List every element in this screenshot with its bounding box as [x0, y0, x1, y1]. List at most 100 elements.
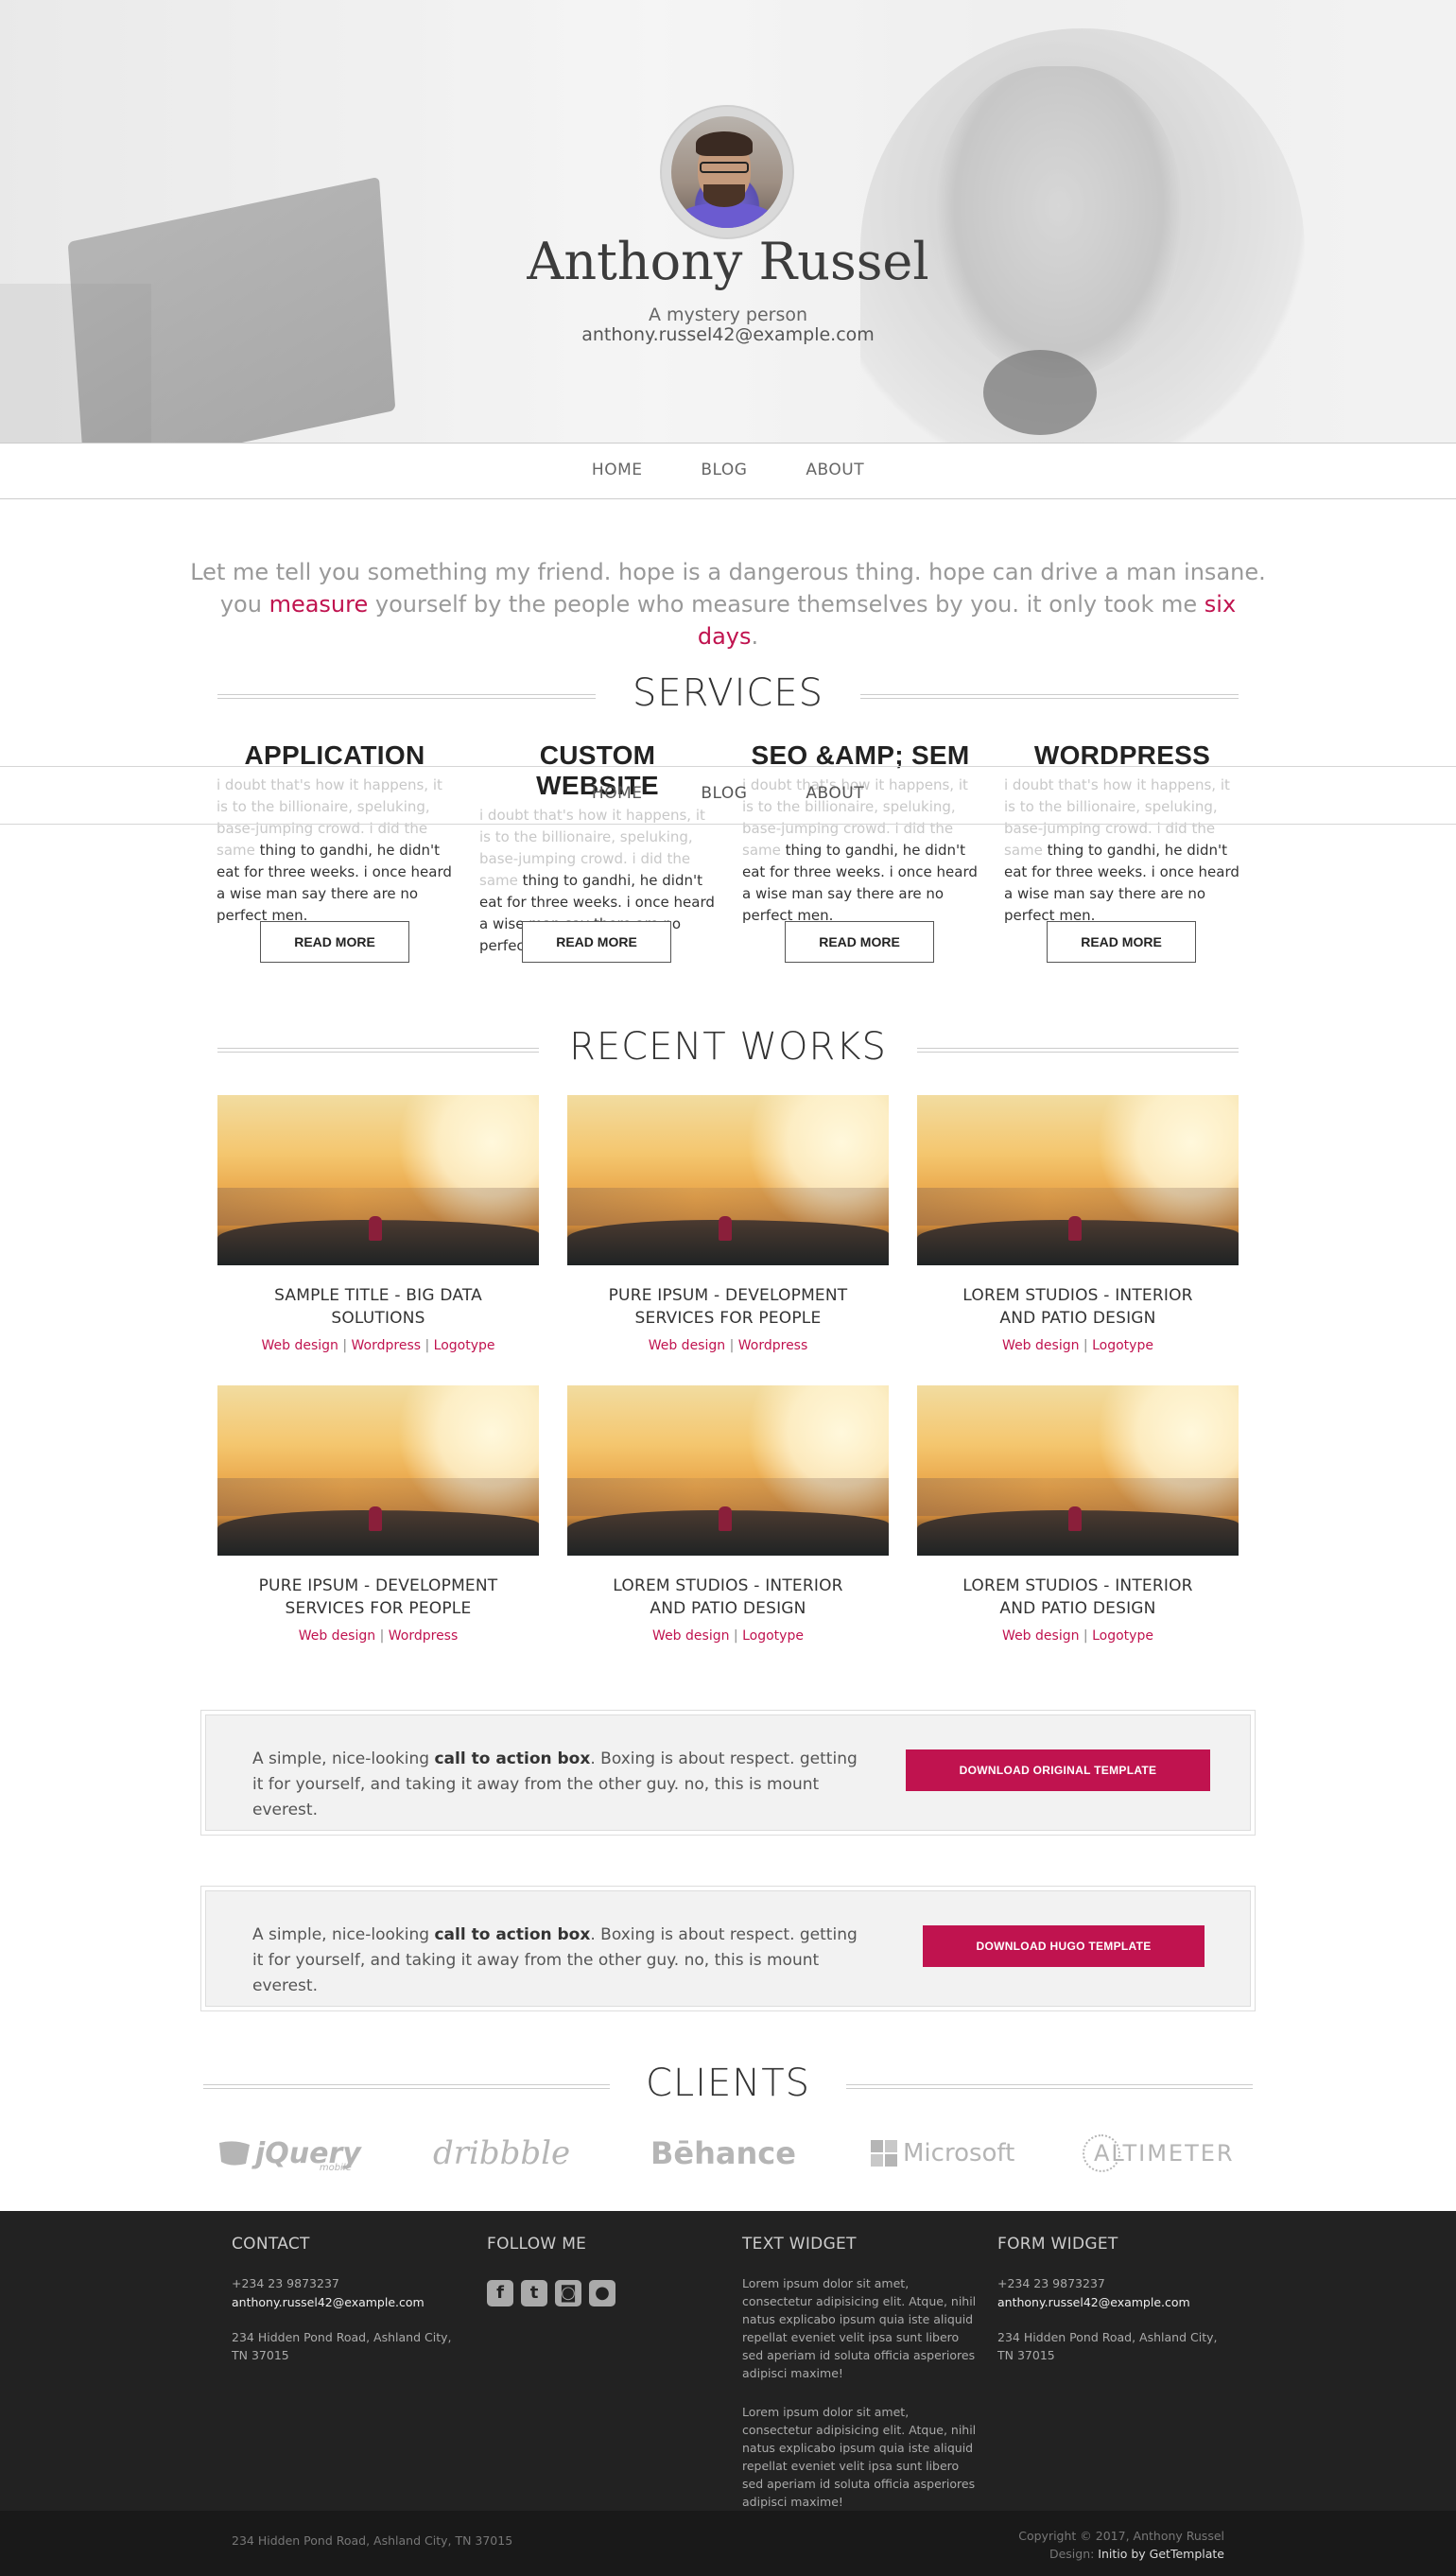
- cta-text-bold: call to action box: [434, 1749, 591, 1768]
- nav-list: HOME BLOG ABOUT: [0, 461, 1456, 479]
- work-title[interactable]: LOREM STUDIOS - INTERIOR AND PATIO DESIG…: [567, 1575, 889, 1620]
- microsoft-wordmark: Microsoft: [903, 2139, 1015, 2167]
- footer-text-widget-p1: Lorem ipsum dolor sit amet, consectetur …: [742, 2276, 977, 2380]
- footer-bottom: 234 Hidden Pond Road, Ashland City, TN 3…: [0, 2511, 1456, 2576]
- work-tag-link[interactable]: Web design: [261, 1338, 338, 1353]
- avatar-glasses: [700, 162, 749, 173]
- client-logo-altimeter: ALTIMETER: [1083, 2130, 1235, 2177]
- work-title[interactable]: LOREM STUDIOS - INTERIOR AND PATIO DESIG…: [917, 1284, 1239, 1330]
- footer-form-widget: FORM WIDGET +234 23 9873237 anthony.russ…: [997, 2235, 1234, 2364]
- main-nav: HOME BLOG ABOUT: [0, 443, 1456, 499]
- footer-form-email-link[interactable]: anthony.russel42@example.com: [997, 2295, 1190, 2309]
- footer-design-label: Design:: [1049, 2547, 1099, 2561]
- avatar-hair: [696, 131, 753, 156]
- works-heading: RECENT WORKS: [217, 1025, 1239, 1069]
- altimeter-wordmark: ALTIMETER: [1094, 2140, 1235, 2167]
- hero-email: anthony.russel42@example.com: [581, 324, 875, 345]
- work-title[interactable]: LOREM STUDIOS - INTERIOR AND PATIO DESIG…: [917, 1575, 1239, 1620]
- work-tags: Web design | Logotype: [1002, 1338, 1153, 1353]
- work-tag-link[interactable]: Web design: [652, 1628, 729, 1644]
- footer-credits: Copyright © 2017, Anthony Russel Design:…: [1018, 2527, 1224, 2563]
- clients-title: CLIENTS: [645, 2062, 811, 2105]
- work-tag-link[interactable]: Wordpress: [738, 1338, 808, 1353]
- work-tag-link[interactable]: Web design: [1002, 1628, 1079, 1644]
- work-title[interactable]: PURE IPSUM - DEVELOPMENT SERVICES FOR PE…: [217, 1575, 539, 1620]
- footer-copyright: Copyright © 2017, Anthony Russel: [1018, 2529, 1224, 2543]
- heading-rule-right: [860, 694, 1239, 699]
- hero-banner: Anthony Russel A mystery person anthony.…: [0, 0, 1456, 443]
- footer-address: 234 Hidden Pond Road, Ashland City, TN 3…: [232, 2330, 452, 2362]
- footer-follow-title: FOLLOW ME: [487, 2235, 587, 2254]
- read-more-button[interactable]: READ MORE: [1047, 921, 1196, 963]
- work-tags: Web design | Wordpress: [298, 1628, 459, 1644]
- work-title[interactable]: PURE IPSUM - DEVELOPMENT SERVICES FOR PE…: [567, 1284, 889, 1330]
- service-text: i doubt that's how it happens, it is to …: [217, 775, 453, 927]
- jquery-mobile-label: mobile: [319, 2162, 352, 2173]
- work-tags: Web design | Wordpress | Logotype: [261, 1338, 495, 1353]
- service-title: APPLICATION: [244, 740, 425, 770]
- work-tag-link[interactable]: Logotype: [1092, 1628, 1153, 1644]
- work-tag-link[interactable]: Logotype: [742, 1628, 804, 1644]
- work-tag-link[interactable]: Wordpress: [352, 1338, 422, 1353]
- footer-form-phone: +234 23 9873237: [997, 2276, 1105, 2290]
- client-logo-behance: Bēhance: [650, 2135, 796, 2171]
- work-thumbnail[interactable]: [217, 1385, 539, 1556]
- avatar-beard: [703, 184, 745, 207]
- lead-line-1: Let me tell you something my friend. hop…: [190, 559, 1266, 585]
- lead-line-2-mid: yourself by the people who measure thems…: [368, 591, 1205, 618]
- cta-text: A simple, nice-looking call to action bo…: [252, 1747, 867, 1823]
- nav-item-blog[interactable]: BLOG: [701, 461, 747, 479]
- service-text: i doubt that's how it happens, it is to …: [742, 775, 979, 927]
- work-tag-link[interactable]: Wordpress: [389, 1628, 459, 1644]
- cta-text-bold: call to action box: [434, 1925, 591, 1944]
- footer-contact: CONTACT +234 23 9873237 anthony.russel42…: [232, 2235, 468, 2364]
- service-card: APPLICATION i doubt that's how it happen…: [217, 740, 453, 927]
- footer-design-credit-link[interactable]: Initio by GetTemplate: [1098, 2547, 1224, 2561]
- client-logo-jquery: jQuery mobile: [217, 2130, 361, 2177]
- lead-highlight-measure: measure: [269, 591, 369, 618]
- instagram-icon[interactable]: ◙: [555, 2280, 581, 2306]
- service-title: WORDPRESS: [1033, 740, 1211, 770]
- service-text: i doubt that's how it happens, it is to …: [1004, 775, 1240, 927]
- footer-email-link[interactable]: anthony.russel42@example.com: [232, 2295, 425, 2309]
- footer-bottom-address: 234 Hidden Pond Road, Ashland City, TN 3…: [232, 2533, 513, 2548]
- cta-box: A simple, nice-looking call to action bo…: [200, 1710, 1256, 1836]
- work-tag-link[interactable]: Web design: [299, 1628, 375, 1644]
- nav-item-home[interactable]: HOME: [592, 461, 643, 479]
- heading-rule-right: [846, 2084, 1253, 2089]
- facebook-icon[interactable]: f: [487, 2280, 513, 2306]
- footer-contact-title: CONTACT: [232, 2235, 310, 2254]
- work-tag-link[interactable]: Web design: [649, 1338, 725, 1353]
- read-more-button[interactable]: READ MORE: [260, 921, 409, 963]
- download-hugo-button[interactable]: DOWNLOAD HUGO TEMPLATE: [923, 1925, 1205, 1967]
- services-heading: SERVICES: [217, 671, 1239, 715]
- nav-item-about[interactable]: ABOUT: [806, 461, 864, 479]
- work-tags: Web design | Logotype: [1002, 1628, 1153, 1644]
- cta-text-start: A simple, nice-looking: [252, 1925, 435, 1944]
- service-title: CUSTOM WEBSITE: [536, 740, 659, 800]
- work-tags: Web design | Logotype: [652, 1628, 804, 1644]
- work-tag-link[interactable]: Logotype: [1092, 1338, 1153, 1353]
- read-more-button[interactable]: READ MORE: [785, 921, 934, 963]
- footer-phone: +234 23 9873237: [232, 2276, 339, 2290]
- heading-rule-left: [203, 2084, 610, 2089]
- work-thumbnail[interactable]: [567, 1385, 889, 1556]
- footer-form-address: 234 Hidden Pond Road, Ashland City, TN 3…: [997, 2330, 1218, 2362]
- work-thumbnail[interactable]: [567, 1095, 889, 1265]
- work-thumbnail[interactable]: [217, 1095, 539, 1265]
- works-title: RECENT WORKS: [569, 1025, 887, 1069]
- work-title[interactable]: SAMPLE TITLE - BIG DATA SOLUTIONS: [217, 1284, 539, 1330]
- work-tag-link[interactable]: Logotype: [434, 1338, 495, 1353]
- page: Anthony Russel A mystery person anthony.…: [0, 0, 1456, 2576]
- footer-design-line: Design: Initio by GetTemplate: [1018, 2545, 1224, 2563]
- work-thumbnail[interactable]: [917, 1095, 1239, 1265]
- download-original-button[interactable]: DOWNLOAD ORIGINAL TEMPLATE: [906, 1749, 1210, 1791]
- client-logo-dribbble: dribbble: [433, 2134, 571, 2172]
- github-icon[interactable]: ●: [589, 2280, 615, 2306]
- twitter-icon[interactable]: t: [521, 2280, 547, 2306]
- cta-box: A simple, nice-looking call to action bo…: [200, 1886, 1256, 2011]
- heading-rule-right: [917, 1048, 1239, 1053]
- work-tag-link[interactable]: Web design: [1002, 1338, 1079, 1353]
- work-thumbnail[interactable]: [917, 1385, 1239, 1556]
- read-more-button[interactable]: READ MORE: [522, 921, 671, 963]
